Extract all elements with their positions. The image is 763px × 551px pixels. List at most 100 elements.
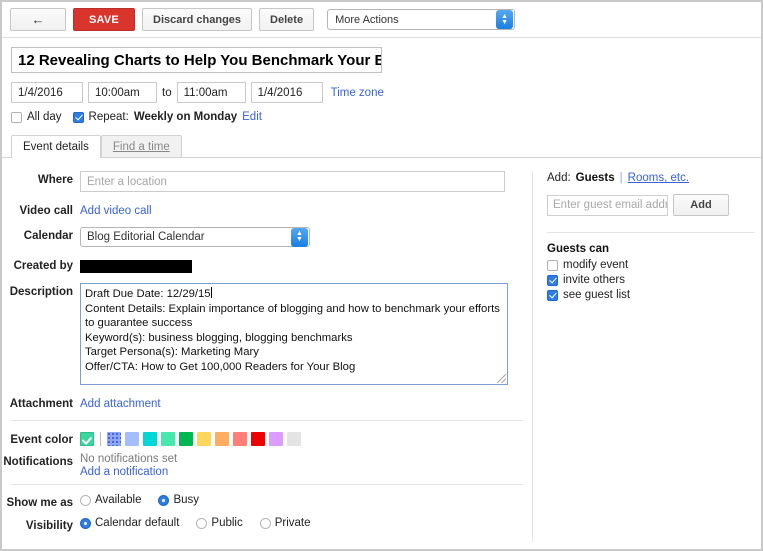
radio-icon[interactable] xyxy=(196,517,208,529)
add-video-call-link[interactable]: Add video call xyxy=(80,202,532,217)
datetime-row: 1/4/2016 10:00am to 11:00am 1/4/2016 Tim… xyxy=(2,73,761,103)
show-me-as-option-available[interactable]: Available xyxy=(80,494,141,506)
event-title-value: 12 Revealing Charts to Help You Benchmar… xyxy=(18,51,381,69)
visibility-option-public[interactable]: Public xyxy=(196,517,243,529)
save-button[interactable]: SAVE xyxy=(73,8,135,31)
event-color-swatch-lavender[interactable] xyxy=(125,432,139,446)
event-color-swatch-flamingo[interactable] xyxy=(233,432,247,446)
event-color-swatch-graphite[interactable] xyxy=(287,432,301,446)
repeat-edit-link[interactable]: Edit xyxy=(242,111,262,123)
notifications-row: Notifications No notifications set Add a… xyxy=(2,453,532,478)
visibility-option-calendar-default[interactable]: Calendar default xyxy=(80,517,179,529)
repeat-value: Weekly on Monday xyxy=(133,111,238,123)
add-notification-link[interactable]: Add a notification xyxy=(80,466,532,478)
all-day-label: All day xyxy=(27,111,62,123)
event-color-swatch-tomato[interactable] xyxy=(251,432,265,446)
start-date-input[interactable]: 1/4/2016 xyxy=(11,82,83,103)
radio-label: Private xyxy=(274,517,311,529)
tab-find-a-time[interactable]: Find a time xyxy=(100,135,182,158)
more-actions-select[interactable]: More Actions ▲ ▼ xyxy=(327,9,516,30)
calendar-row: Calendar Blog Editorial Calendar ▲ ▼ xyxy=(2,227,532,247)
radio-icon[interactable] xyxy=(80,494,91,506)
description-row: Description Draft Due Date: 12/29/15 Con… xyxy=(2,283,532,385)
add-attachment-link[interactable]: Add attachment xyxy=(80,395,532,410)
radio-icon[interactable] xyxy=(158,494,170,506)
guests-tab[interactable]: Guests xyxy=(576,172,615,184)
toolbar: ← SAVE Discard changes Delete More Actio… xyxy=(2,2,761,38)
right-column: Add: Guests | Rooms, etc. Enter guest em… xyxy=(532,171,761,542)
swatch-divider xyxy=(100,432,101,446)
created-by-label: Created by xyxy=(13,260,73,272)
show-me-as-label: Show me as xyxy=(6,497,73,509)
where-input[interactable]: Enter a location xyxy=(80,171,505,192)
left-column: Where Enter a location Video call Add vi… xyxy=(2,171,532,542)
video-call-label: Video call xyxy=(19,205,73,217)
delete-button[interactable]: Delete xyxy=(259,8,315,31)
tab-event-details[interactable]: Event details xyxy=(11,135,101,158)
description-label: Description xyxy=(9,286,73,298)
body-area: Where Enter a location Video call Add vi… xyxy=(2,158,761,542)
guest-permissions-list: modify event invite others see guest list xyxy=(543,259,761,301)
event-color-swatch-turquoise[interactable] xyxy=(161,432,175,446)
notifications-status: No notifications set xyxy=(80,453,178,465)
event-color-swatch-blueberry-pattern[interactable] xyxy=(107,432,121,446)
event-color-swatch-peacock[interactable] xyxy=(143,432,157,446)
repeat-label: Repeat: xyxy=(88,111,129,123)
description-textarea[interactable]: Draft Due Date: 12/29/15 Content Details… xyxy=(80,283,508,385)
guest-permission-modify-event[interactable]: modify event xyxy=(547,259,761,271)
visibility-option-private[interactable]: Private xyxy=(259,517,311,529)
calendar-select[interactable]: Blog Editorial Calendar ▲ ▼ xyxy=(80,227,310,247)
start-time-input[interactable]: 10:00am xyxy=(88,82,157,103)
chevron-updown-icon[interactable]: ▲ ▼ xyxy=(291,227,308,247)
all-day-checkbox[interactable] xyxy=(11,111,22,123)
divider xyxy=(547,232,755,233)
radio-label: Calendar default xyxy=(95,517,180,529)
calendar-label: Calendar xyxy=(23,230,73,242)
checkbox-icon[interactable] xyxy=(547,274,558,286)
tab-find-a-time-label: Find a time xyxy=(112,141,170,153)
add-guests-header: Add: Guests | Rooms, etc. xyxy=(543,171,761,184)
guest-permission-see-guest-list[interactable]: see guest list xyxy=(547,289,761,301)
created-by-row: Created by xyxy=(2,257,532,273)
guest-permission-label: modify event xyxy=(563,259,629,271)
description-line: Offer/CTA: How to Get 100,000 Readers fo… xyxy=(85,360,356,373)
end-time-input[interactable]: 11:00am xyxy=(176,82,246,103)
event-color-swatch-grape[interactable] xyxy=(269,432,283,446)
radio-icon[interactable] xyxy=(80,517,91,529)
description-line: Keyword(s): business blogging, blogging … xyxy=(85,331,353,344)
event-color-swatches xyxy=(80,431,532,446)
resize-grip-icon[interactable] xyxy=(497,374,506,383)
radio-icon[interactable] xyxy=(259,517,271,529)
guest-email-input[interactable]: Enter guest email addres xyxy=(547,194,668,216)
description-line: Content Details: Explain importance of b… xyxy=(85,302,500,330)
event-edit-window: ← SAVE Discard changes Delete More Actio… xyxy=(0,0,763,551)
description-line: Target Persona(s): Marketing Mary xyxy=(85,346,259,359)
event-color-selected-swatch[interactable] xyxy=(80,432,94,446)
show-me-as-option-busy[interactable]: Busy xyxy=(158,494,199,506)
divider xyxy=(11,484,523,485)
chevron-updown-icon[interactable]: ▲ ▼ xyxy=(496,10,514,29)
guest-email-placeholder: Enter guest email addres xyxy=(553,199,667,211)
checkbox-icon[interactable] xyxy=(547,259,558,271)
discard-changes-button[interactable]: Discard changes xyxy=(142,8,253,31)
event-color-label: Event color xyxy=(10,434,73,446)
event-color-swatch-banana[interactable] xyxy=(197,432,211,446)
checkbox-icon[interactable] xyxy=(547,289,558,301)
repeat-checkbox[interactable] xyxy=(72,111,84,123)
repeat-row: All day Repeat: Weekly on Monday Edit xyxy=(2,103,761,123)
end-date-input[interactable]: 1/4/2016 xyxy=(250,82,323,103)
event-color-swatch-basil-green[interactable] xyxy=(179,432,193,446)
separator: | xyxy=(619,172,623,184)
event-color-swatch-tangerine[interactable] xyxy=(215,432,229,446)
attachment-row: Attachment Add attachment xyxy=(2,395,532,410)
guest-permission-invite-others[interactable]: invite others xyxy=(547,274,761,286)
back-button[interactable]: ← xyxy=(10,8,66,31)
guests-can-title: Guests can xyxy=(547,243,609,255)
add-guest-button[interactable]: Add xyxy=(673,194,729,216)
rooms-tab[interactable]: Rooms, etc. xyxy=(628,172,689,184)
radio-label: Public xyxy=(211,517,243,529)
guest-permission-label: invite others xyxy=(563,274,626,286)
event-title-input[interactable]: 12 Revealing Charts to Help You Benchmar… xyxy=(11,47,382,73)
event-color-row: Event color xyxy=(2,431,532,446)
time-zone-link[interactable]: Time zone xyxy=(331,87,384,99)
